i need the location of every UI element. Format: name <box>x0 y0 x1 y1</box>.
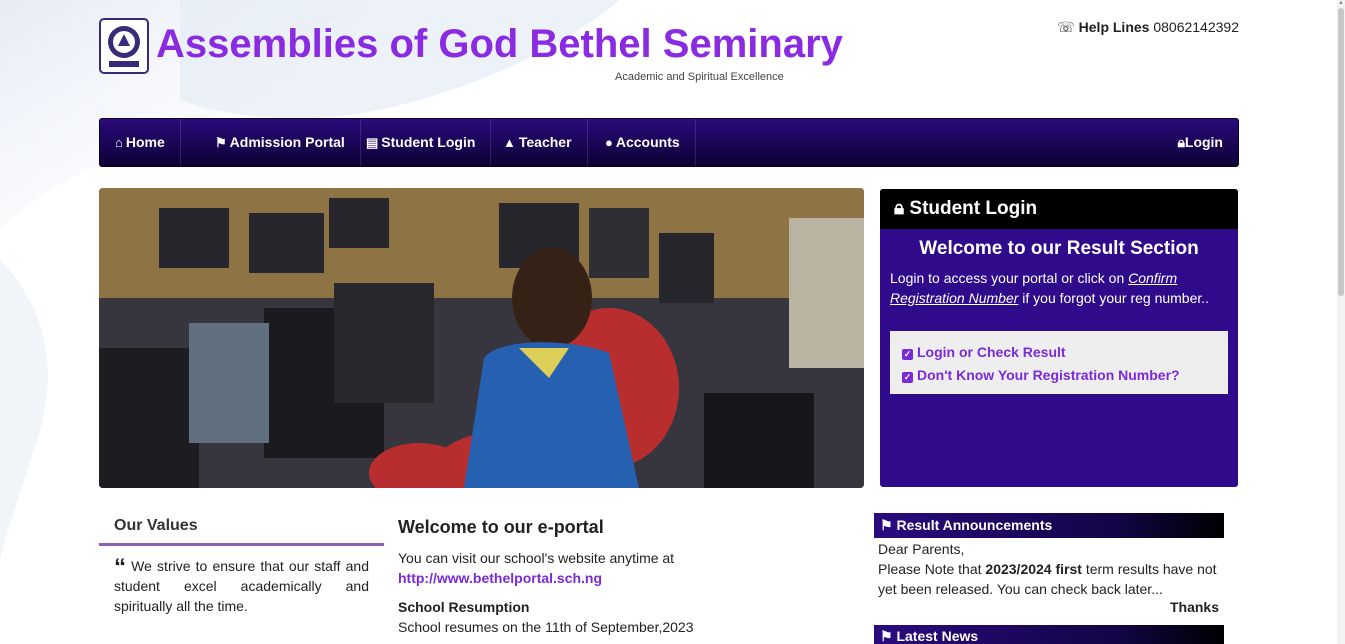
values-body: We strive to ensure that our staff and s… <box>114 558 369 614</box>
home-icon: ⌂ <box>115 135 123 150</box>
nav-item-home[interactable]: ⌂ Home <box>115 119 181 166</box>
graduation-cap-icon: ▲ <box>503 135 516 150</box>
user-icon: ● <box>605 135 613 150</box>
our-values-text: “ We strive to ensure that our staff and… <box>114 556 369 616</box>
lifebuoy-icon: ☏ <box>1057 19 1075 35</box>
check-square-icon: ✓ <box>902 349 913 360</box>
student-login-panel: 🔒︎ Student Login Welcome to our Result S… <box>880 189 1238 487</box>
result-section-welcome: Welcome to our Result Section <box>919 238 1199 259</box>
login-check-result-link[interactable]: ✓ Login or Check Result <box>902 341 1216 364</box>
page-container: Assemblies of God Bethel Seminary Academ… <box>99 0 1239 644</box>
announcement-greeting: Dear Parents, <box>878 541 965 557</box>
login-instructions: Login to access your portal or click on … <box>880 260 1238 308</box>
seminary-logo[interactable] <box>99 18 149 74</box>
nav-item-accounts[interactable]: ● Accounts <box>590 119 696 166</box>
flag-icon: ⚑ <box>880 628 893 644</box>
latest-news-header: ⚑ Latest News <box>874 625 1224 644</box>
flag-icon: ⚑ <box>880 517 893 533</box>
announcements-title: Result Announcements <box>896 517 1053 533</box>
lock-icon: 🔒︎ <box>894 198 905 219</box>
student-login-title: Student Login <box>909 198 1038 219</box>
main-navbar: ⌂ Home ⚑ Admission Portal ▤ Student Login ▲… <box>99 118 1239 167</box>
book-icon: ▤ <box>366 135 379 150</box>
announcement-thanks: Thanks <box>1169 599 1219 615</box>
bookmark-icon: ⚑ <box>215 135 227 150</box>
scrollbar-thumb[interactable] <box>1338 8 1344 296</box>
student-login-header: 🔒︎ Student Login <box>880 189 1238 229</box>
page-scrollbar[interactable]: ▲ <box>1337 0 1345 644</box>
resumption-title: School Resumption <box>398 599 530 615</box>
forgot-registration-link[interactable]: ✓ Don't Know Your Registration Number? <box>902 364 1216 387</box>
website-link[interactable]: http://www.bethelportal.sch.ng <box>398 570 602 586</box>
our-values-title: Our Values <box>114 517 198 534</box>
nav-item-teacher[interactable]: ▲ Teacher <box>488 119 588 166</box>
scroll-up-icon[interactable]: ▲ <box>1338 0 1344 6</box>
hero-image-students-computer-lab <box>99 188 864 488</box>
nav-label: Home <box>125 134 165 150</box>
lock-icon: 🔒︎ <box>1177 134 1185 150</box>
site-tagline: Academic and Spiritual Excellence <box>615 71 784 83</box>
nav-label: Teacher <box>518 134 572 150</box>
latest-news-title: Latest News <box>896 628 979 644</box>
helplines-number: 08062142392 <box>1153 19 1239 35</box>
nav-item-admission-portal[interactable]: ⚑ Admission Portal <box>200 119 361 166</box>
nav-login-label: Login <box>1184 134 1223 150</box>
nav-label: Admission Portal <box>229 134 345 150</box>
login-text-before: Login to access your portal or click on <box>890 270 1129 286</box>
eportal-text: You can visit our school's website anyti… <box>398 548 718 588</box>
announcement-body: Dear Parents, Please Note that 2023/2024… <box>878 539 1220 599</box>
eportal-body: You can visit our school's website anyti… <box>398 550 675 566</box>
login-text-after: if you forgot your reg number.. <box>1018 290 1210 306</box>
check-square-icon: ✓ <box>902 372 913 383</box>
values-divider <box>99 543 384 546</box>
resumption-text: School resumes on the 11th of September,… <box>398 619 694 635</box>
eportal-title: Welcome to our e-portal <box>398 517 604 537</box>
nav-label: Accounts <box>615 134 680 150</box>
helplines: ☏ Help Lines 08062142392 <box>1057 19 1239 36</box>
login-link-label: Login or Check Result <box>917 344 1066 360</box>
site-title[interactable]: Assemblies of God Bethel Seminary <box>156 22 843 67</box>
login-links-box: ✓ Login or Check Result ✓ Don't Know Your … <box>890 331 1228 394</box>
nav-label: Student Login <box>381 134 476 150</box>
login-link-label: Don't Know Your Registration Number? <box>917 367 1180 383</box>
announcement-highlight: 2023/2024 first <box>985 561 1082 577</box>
result-announcements-header: ⚑ Result Announcements <box>874 513 1224 538</box>
quote-icon: “ <box>114 554 126 581</box>
announcement-text-before: Please Note that <box>878 561 986 577</box>
helplines-label: Help Lines <box>1078 19 1150 35</box>
nav-item-student-login[interactable]: ▤ Student Login <box>351 119 492 166</box>
nav-login[interactable]: 🔒︎Login <box>1177 119 1223 166</box>
